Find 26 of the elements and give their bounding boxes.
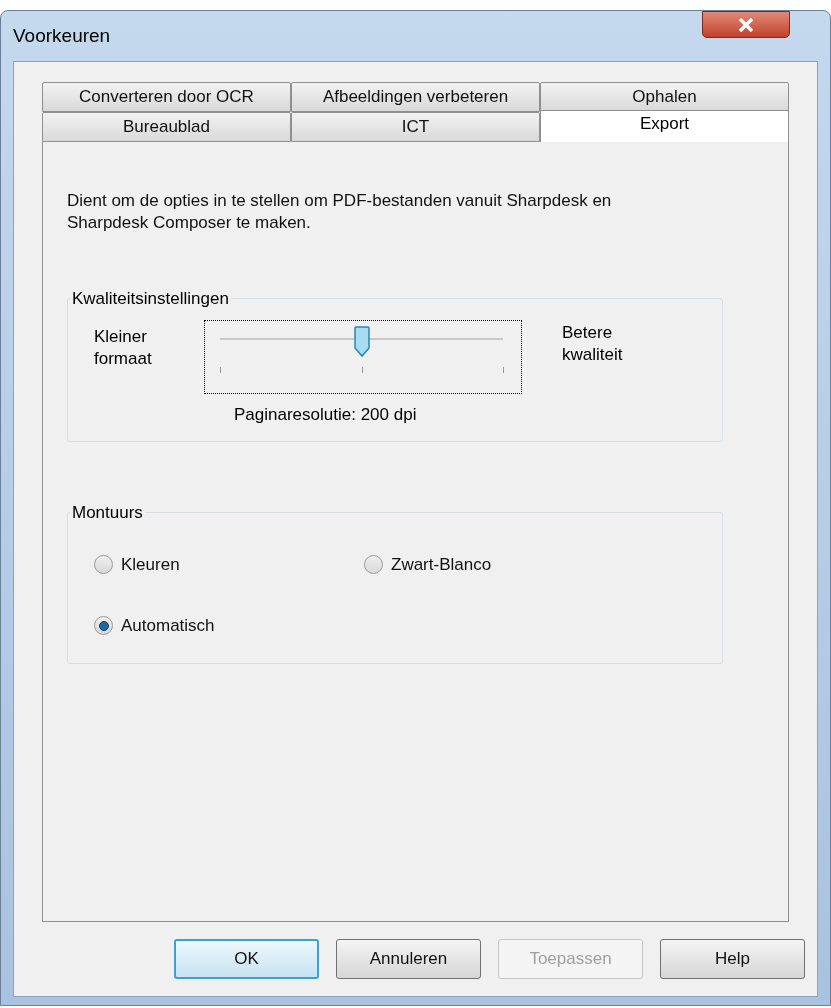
tab[interactable]: ICT: [291, 112, 540, 142]
close-button[interactable]: [702, 11, 790, 38]
tab[interactable]: Export: [540, 110, 789, 142]
description-text: Dient om de opties in te stellen om PDF-bestanden vanuit Sharpdesk en Sharpdesk Composer te maken.: [67, 190, 613, 234]
tab[interactable]: Ophalen: [540, 82, 789, 112]
window-title: Voorkeuren: [13, 23, 111, 48]
slider[interactable]: [204, 319, 522, 394]
close-icon: [738, 17, 754, 32]
slider-reading: Paginaresolutie: 200 dpi: [234, 403, 417, 426]
radio-option[interactable]: Zwart-Blanco: [364, 551, 696, 577]
radio-option[interactable]: Kleuren: [94, 551, 364, 577]
radio-option[interactable]: Automatisch: [94, 613, 364, 639]
slider-min-label: Kleiner formaat: [94, 325, 153, 370]
tab[interactable]: Afbeeldingen verbeteren: [291, 82, 540, 112]
tab[interactable]: Bureaublad: [42, 112, 291, 142]
dialog-button[interactable]: OK: [174, 939, 319, 979]
tab[interactable]: Converteren door OCR: [42, 82, 291, 112]
radio-button[interactable]: [94, 554, 113, 574]
radio-button[interactable]: [94, 616, 113, 636]
dialog-button[interactable]: Help: [660, 939, 805, 979]
group-title: Montuurs: [71, 502, 144, 524]
slider-max-label: Betere kwaliteit: [562, 321, 624, 366]
slider-thumb[interactable]: [353, 325, 370, 358]
dialog-button[interactable]: Annuleren: [336, 939, 481, 979]
group-title: Kwaliteitsinstellingen: [71, 288, 230, 310]
radio-button[interactable]: [364, 554, 383, 574]
